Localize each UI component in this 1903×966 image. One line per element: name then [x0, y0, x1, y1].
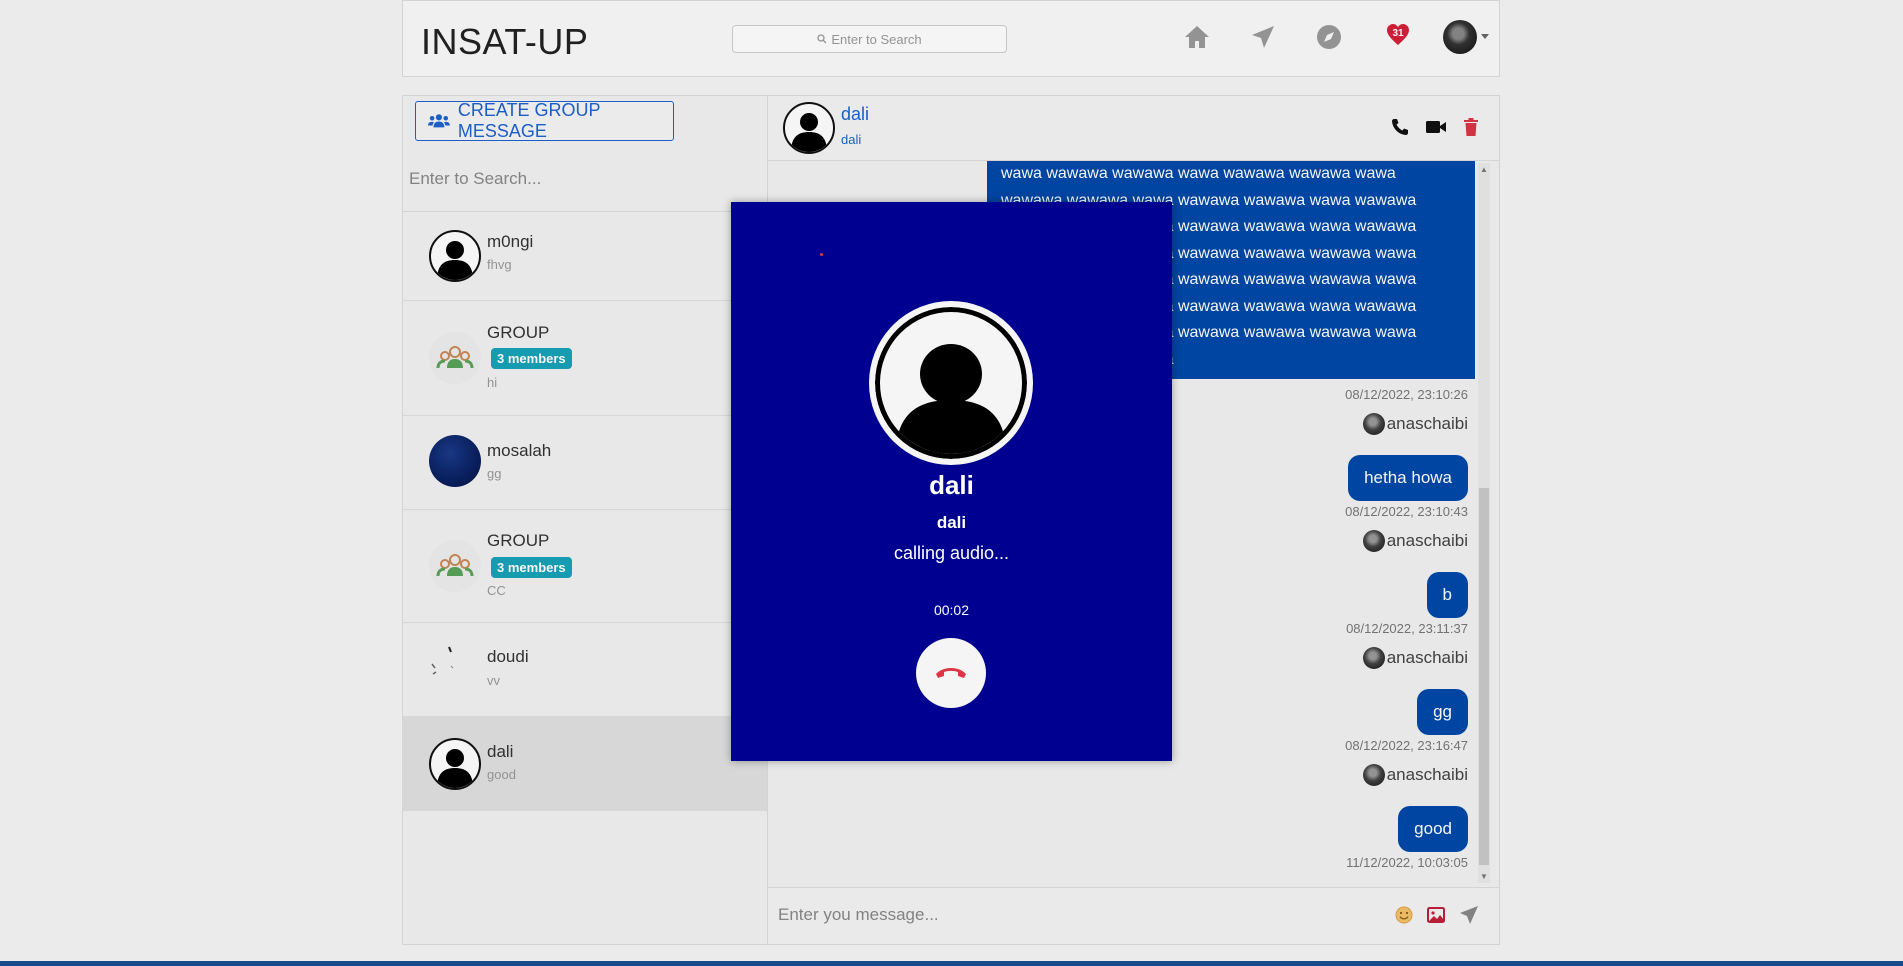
page: INSAT-UP Enter to Search 31 CREATE GROUP… [0, 0, 1903, 966]
phone-hangup-icon [936, 668, 966, 678]
bottom-strip [0, 961, 1903, 966]
call-status: calling audio... [893, 543, 1010, 563]
call-timer: 00:02 [933, 602, 970, 618]
call-modal: dali dali calling audio... 00:02 [731, 202, 1172, 761]
caller-name: dali [929, 470, 974, 500]
hang-up-button[interactable] [916, 638, 986, 708]
recording-dot [820, 253, 823, 256]
caller-avatar-icon [869, 301, 1033, 465]
caller-username: dali [936, 513, 967, 532]
